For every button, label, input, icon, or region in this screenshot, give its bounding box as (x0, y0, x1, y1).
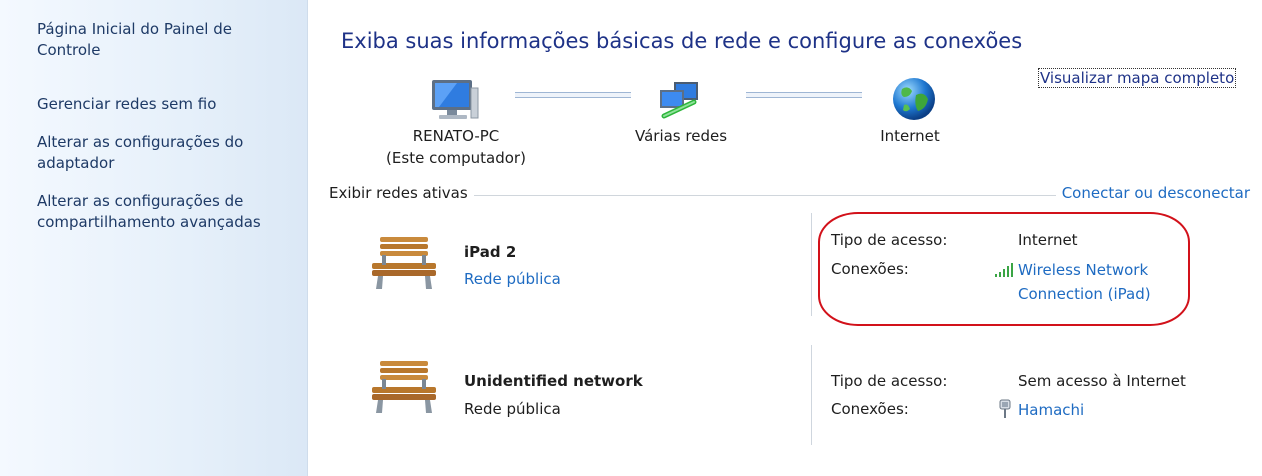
globe-icon (890, 75, 938, 127)
hamachi-connection-link[interactable]: Hamachi (1018, 398, 1084, 422)
connection-line-1: Wireless Network (1018, 261, 1149, 279)
access-type-label: Tipo de acesso: (831, 372, 948, 390)
map-connector (515, 92, 631, 98)
active-networks-label: Exibir redes ativas (329, 184, 474, 202)
node-internet-name: Internet (880, 127, 940, 145)
sidebar-item-manage-wireless[interactable]: Gerenciar redes sem fio (37, 94, 299, 115)
bench-icon (368, 233, 440, 297)
network-divider (811, 213, 812, 316)
connections-label: Conexões: (831, 260, 909, 278)
connections-label: Conexões: (831, 400, 909, 418)
signal-bars-icon (995, 262, 1015, 282)
network-name: iPad 2 (464, 243, 517, 261)
node-computer-name: RENATO-PC (412, 127, 500, 145)
connect-disconnect-link[interactable]: Conectar ou desconectar (1055, 184, 1250, 202)
node-networks-name: Várias redes (634, 127, 728, 145)
network-name: Unidentified network (464, 372, 643, 390)
page-title: Exiba suas informações básicas de rede e… (341, 29, 1023, 53)
network-adapter-icon (999, 399, 1011, 423)
sidebar: Página Inicial do Painel de Controle Ger… (0, 0, 308, 476)
map-connector (746, 92, 862, 98)
access-type-value: Sem acesso à Internet (1018, 372, 1186, 390)
wireless-connection-link[interactable]: Wireless Network Connection (iPad) (1018, 258, 1151, 306)
sidebar-item-control-panel-home[interactable]: Página Inicial do Painel de Controle (37, 19, 299, 61)
sidebar-item-sharing-settings[interactable]: Alterar as configurações de compartilham… (37, 191, 299, 233)
access-type-label: Tipo de acesso: (831, 231, 948, 249)
node-computer-sub: (Este computador) (386, 149, 526, 167)
sidebar-item-adapter-settings[interactable]: Alterar as configurações do adaptador (37, 132, 299, 174)
network-type-link[interactable]: Rede pública (464, 270, 561, 288)
multiple-networks-icon (656, 80, 702, 124)
computer-icon (429, 78, 479, 126)
network-divider (811, 345, 812, 445)
bench-icon (368, 357, 440, 421)
access-type-value: Internet (1018, 231, 1078, 249)
connection-line-2: Connection (iPad) (1018, 285, 1151, 303)
view-full-map-link[interactable]: Visualizar mapa completo (1038, 68, 1237, 88)
network-type: Rede pública (464, 400, 561, 418)
